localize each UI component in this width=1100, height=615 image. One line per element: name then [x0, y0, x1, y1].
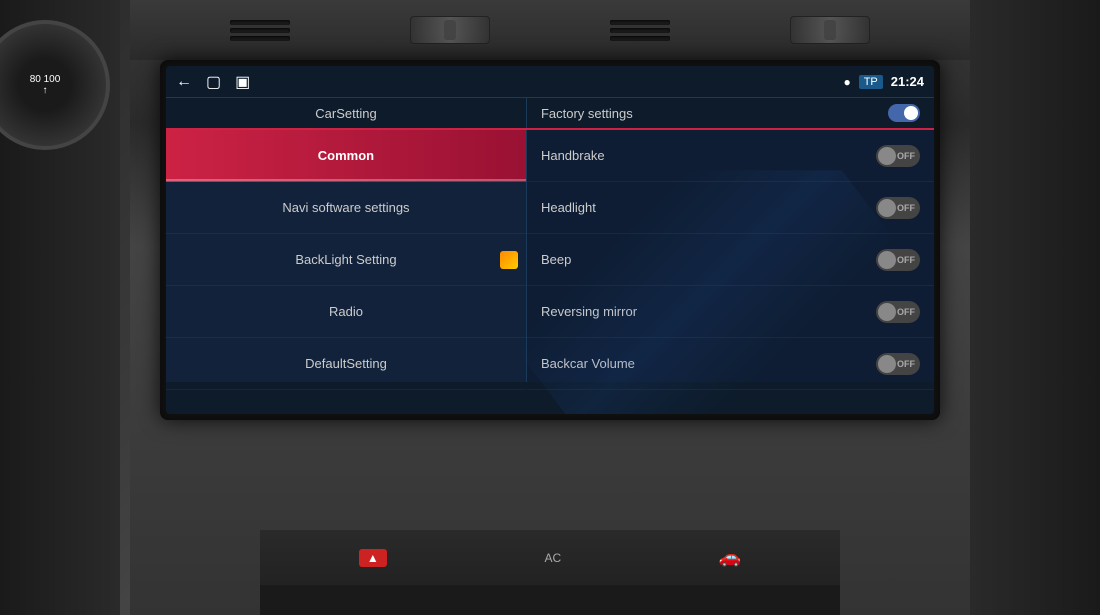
bottom-controls: ▲ AC 🚗 — [260, 530, 840, 585]
handbrake-toggle-knob — [878, 147, 896, 165]
status-bar: ← ▢ ▣ ● TP 21:24 — [166, 66, 934, 98]
gear-area — [260, 585, 840, 615]
status-bar-left: ← ▢ ▣ — [176, 72, 250, 92]
menu-item-default-label: DefaultSetting — [305, 356, 387, 371]
recent-apps-icon[interactable]: ▣ — [235, 72, 250, 92]
backcar-volume-toggle-knob — [878, 355, 896, 373]
menu-item-radio[interactable]: Radio — [166, 286, 526, 338]
header-row: CarSetting Factory settings — [166, 98, 934, 130]
vent-knob-right[interactable] — [790, 16, 870, 44]
menu-item-navi[interactable]: Navi software settings — [166, 182, 526, 234]
headlight-toggle-knob — [878, 199, 896, 217]
factory-toggle-knob — [904, 106, 918, 120]
ac-label: AC — [544, 551, 561, 565]
tp-badge: TP — [859, 75, 883, 89]
status-bar-right: ● TP 21:24 — [843, 74, 924, 89]
menu-item-radio-label: Radio — [329, 304, 363, 319]
right-car-panel — [970, 0, 1100, 615]
vent-slot — [230, 36, 290, 41]
home-icon[interactable]: ▢ — [206, 72, 221, 92]
handbrake-label: Handbrake — [541, 148, 605, 163]
screen: ← ▢ ▣ ● TP 21:24 CarSetting Factory sett… — [166, 66, 934, 414]
carsetting-label: CarSetting — [315, 106, 376, 121]
vent-slot — [610, 28, 670, 33]
screen-decoration — [473, 170, 934, 414]
speedometer-text: 80 100↑ — [30, 74, 61, 96]
headlight-toggle[interactable] — [876, 197, 920, 219]
car-profile-icon: 🚗 — [719, 547, 741, 568]
vent-slot — [610, 20, 670, 25]
factory-toggle[interactable] — [888, 104, 920, 122]
hazard-button[interactable]: ▲ — [359, 549, 387, 567]
left-car-panel: 80 100↑ — [0, 0, 120, 615]
menu-item-common[interactable]: Common — [166, 130, 526, 182]
right-vent — [610, 20, 670, 41]
vent-slot — [610, 36, 670, 41]
vent-slot — [230, 20, 290, 25]
car-profile-button[interactable]: 🚗 — [719, 547, 741, 568]
menu-item-backlight-label: BackLight Setting — [295, 252, 396, 267]
factory-settings-label: Factory settings — [541, 106, 633, 121]
speedometer: 80 100↑ — [0, 20, 110, 150]
backcar-volume-toggle[interactable] — [876, 353, 920, 375]
reversing-mirror-toggle[interactable] — [876, 301, 920, 323]
menu-item-backlight[interactable]: BackLight Setting — [166, 234, 526, 286]
vent-strip — [130, 0, 970, 60]
factory-settings-header: Factory settings — [527, 104, 934, 122]
vent-slot — [230, 28, 290, 33]
back-icon[interactable]: ← — [176, 73, 192, 91]
menu-item-default[interactable]: DefaultSetting — [166, 338, 526, 390]
menu-item-navi-label: Navi software settings — [282, 200, 409, 215]
vent-knob-left[interactable] — [410, 16, 490, 44]
reversing-mirror-toggle-knob — [878, 303, 896, 321]
left-menu: Common Navi software settings BackLight … — [166, 130, 527, 382]
menu-item-common-label: Common — [318, 148, 374, 163]
handbrake-toggle[interactable] — [876, 145, 920, 167]
time-display: 21:24 — [891, 74, 924, 89]
screen-bezel: MIC TF ← ▢ ▣ ● TP 21:24 — [160, 60, 940, 420]
backlight-icon — [500, 251, 518, 269]
left-vent — [230, 20, 290, 41]
beep-toggle-knob — [878, 251, 896, 269]
beep-toggle[interactable] — [876, 249, 920, 271]
hazard-icon: ▲ — [359, 549, 387, 567]
carsetting-header: CarSetting — [166, 98, 527, 128]
ac-button[interactable]: AC — [544, 551, 561, 565]
location-icon: ● — [843, 75, 850, 89]
center-console: MIC TF ← ▢ ▣ ● TP 21:24 — [130, 0, 970, 615]
